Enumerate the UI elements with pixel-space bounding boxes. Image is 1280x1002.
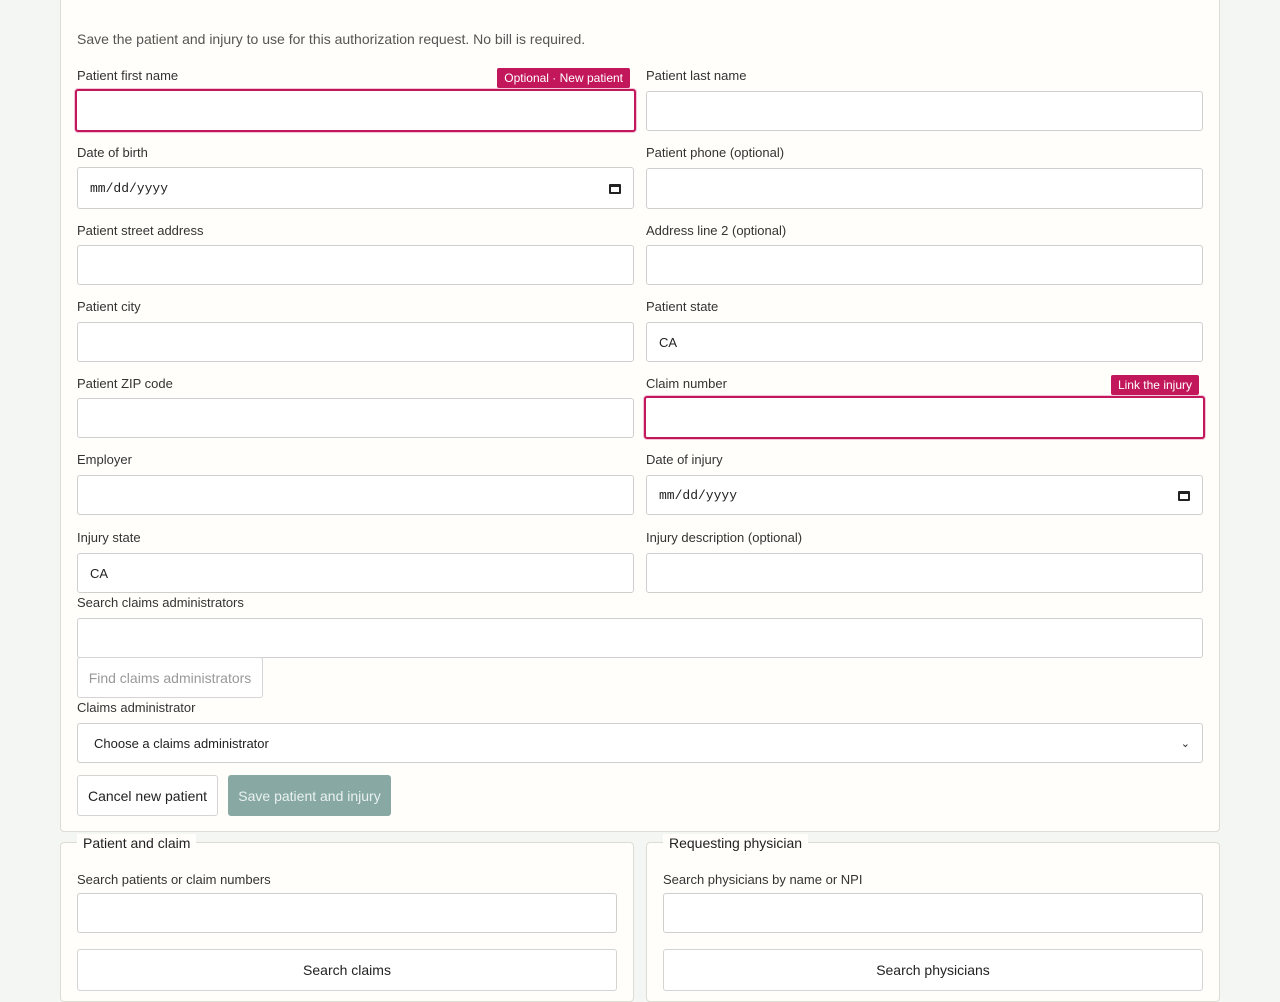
address2-label: Address line 2 (optional) xyxy=(646,223,787,238)
phone-label: Patient phone (optional) xyxy=(646,145,785,160)
search-claims-button[interactable]: Search claims xyxy=(77,949,617,991)
last-name-label: Patient last name xyxy=(646,68,747,83)
date-of-injury-label: Date of injury xyxy=(646,452,723,467)
claims-admin-label: Claims administrator xyxy=(77,700,196,715)
patient-claim-legend: Patient and claim xyxy=(77,834,197,852)
patient-search-field: Search patients or claim numbers xyxy=(77,871,617,933)
employer-field: Employer xyxy=(77,451,634,515)
search-physicians-button[interactable]: Search physicians xyxy=(663,949,1203,991)
claim-number-input[interactable] xyxy=(644,396,1205,439)
state-field: Patient state CA xyxy=(646,298,1203,362)
zip-input[interactable] xyxy=(77,398,634,438)
claims-admin-field: Claims administrator Choose a claims adm… xyxy=(77,699,1203,763)
injury-state-label: Injury state xyxy=(77,530,141,545)
city-label: Patient city xyxy=(77,299,141,314)
search-admins-field: Search claims administrators xyxy=(77,594,1203,658)
employer-label: Employer xyxy=(77,452,132,467)
patient-claim-panel: Patient and claim Search patients or cla… xyxy=(60,834,634,1002)
physician-legend: Requesting physician xyxy=(663,834,809,852)
physician-search-field: Search physicians by name or NPI xyxy=(663,871,1203,933)
patient-search-label: Search patients or claim numbers xyxy=(77,872,271,887)
date-of-injury-field: Date of injury mm/dd/yyyy xyxy=(646,451,1203,515)
dob-field: Date of birth mm/dd/yyyy xyxy=(77,144,634,209)
cancel-new-patient-button[interactable]: Cancel new patient xyxy=(77,775,218,816)
find-admins-button[interactable]: Find claims administrators xyxy=(77,657,263,698)
patient-search-input[interactable] xyxy=(77,893,617,933)
last-name-field: Patient last name xyxy=(646,67,1203,131)
street-field: Patient street address xyxy=(77,222,634,285)
street-input[interactable] xyxy=(77,245,634,285)
dob-input[interactable]: mm/dd/yyyy xyxy=(77,167,634,209)
street-label: Patient street address xyxy=(77,223,204,238)
physician-search-label: Search physicians by name or NPI xyxy=(663,872,863,887)
injury-description-field: Injury description (optional) xyxy=(646,529,1203,593)
claims-admin-selected: Choose a claims administrator xyxy=(94,735,269,751)
phone-input[interactable] xyxy=(646,168,1203,209)
address2-input[interactable] xyxy=(646,245,1203,285)
physician-panel: Requesting physician Search physicians b… xyxy=(646,834,1220,1002)
injury-state-field: Injury state CA xyxy=(77,529,634,593)
injury-description-input[interactable] xyxy=(646,553,1203,593)
first-name-input[interactable] xyxy=(75,89,636,132)
form-intro: Save the patient and injury to use for t… xyxy=(77,31,586,47)
last-name-input[interactable] xyxy=(646,91,1203,131)
calendar-icon[interactable] xyxy=(609,182,621,194)
first-name-field: Patient first name Optional · New patien… xyxy=(75,67,636,132)
claims-admin-select[interactable]: Choose a claims administrator ⌄ xyxy=(77,723,1203,763)
new-patient-tag: Optional · New patient xyxy=(497,68,630,88)
injury-description-label: Injury description (optional) xyxy=(646,530,803,545)
state-input[interactable]: CA xyxy=(646,322,1203,362)
zip-label: Patient ZIP code xyxy=(77,376,173,391)
date-of-injury-placeholder: mm/dd/yyyy xyxy=(659,487,738,503)
dob-placeholder: mm/dd/yyyy xyxy=(90,180,169,196)
city-field: Patient city xyxy=(77,298,634,362)
dob-label: Date of birth xyxy=(77,145,148,160)
date-of-injury-input[interactable]: mm/dd/yyyy xyxy=(646,475,1203,515)
employer-input[interactable] xyxy=(77,475,634,515)
city-input[interactable] xyxy=(77,322,634,362)
phone-field: Patient phone (optional) xyxy=(646,144,1203,209)
claim-number-field: Claim number Link the injury xyxy=(644,375,1205,439)
physician-search-input[interactable] xyxy=(663,893,1203,933)
injury-state-input[interactable]: CA xyxy=(77,553,634,593)
address2-field: Address line 2 (optional) xyxy=(646,222,1203,285)
search-admins-label: Search claims administrators xyxy=(77,595,244,610)
new-patient-form-card: Save the patient and injury to use for t… xyxy=(60,0,1220,832)
zip-field: Patient ZIP code xyxy=(77,375,634,438)
save-patient-injury-button[interactable]: Save patient and injury xyxy=(228,775,391,816)
link-injury-tag: Link the injury xyxy=(1110,375,1199,395)
chevron-down-icon: ⌄ xyxy=(1180,737,1190,750)
calendar-icon[interactable] xyxy=(1178,489,1190,501)
state-label: Patient state xyxy=(646,299,719,314)
search-admins-input[interactable] xyxy=(77,618,1203,658)
